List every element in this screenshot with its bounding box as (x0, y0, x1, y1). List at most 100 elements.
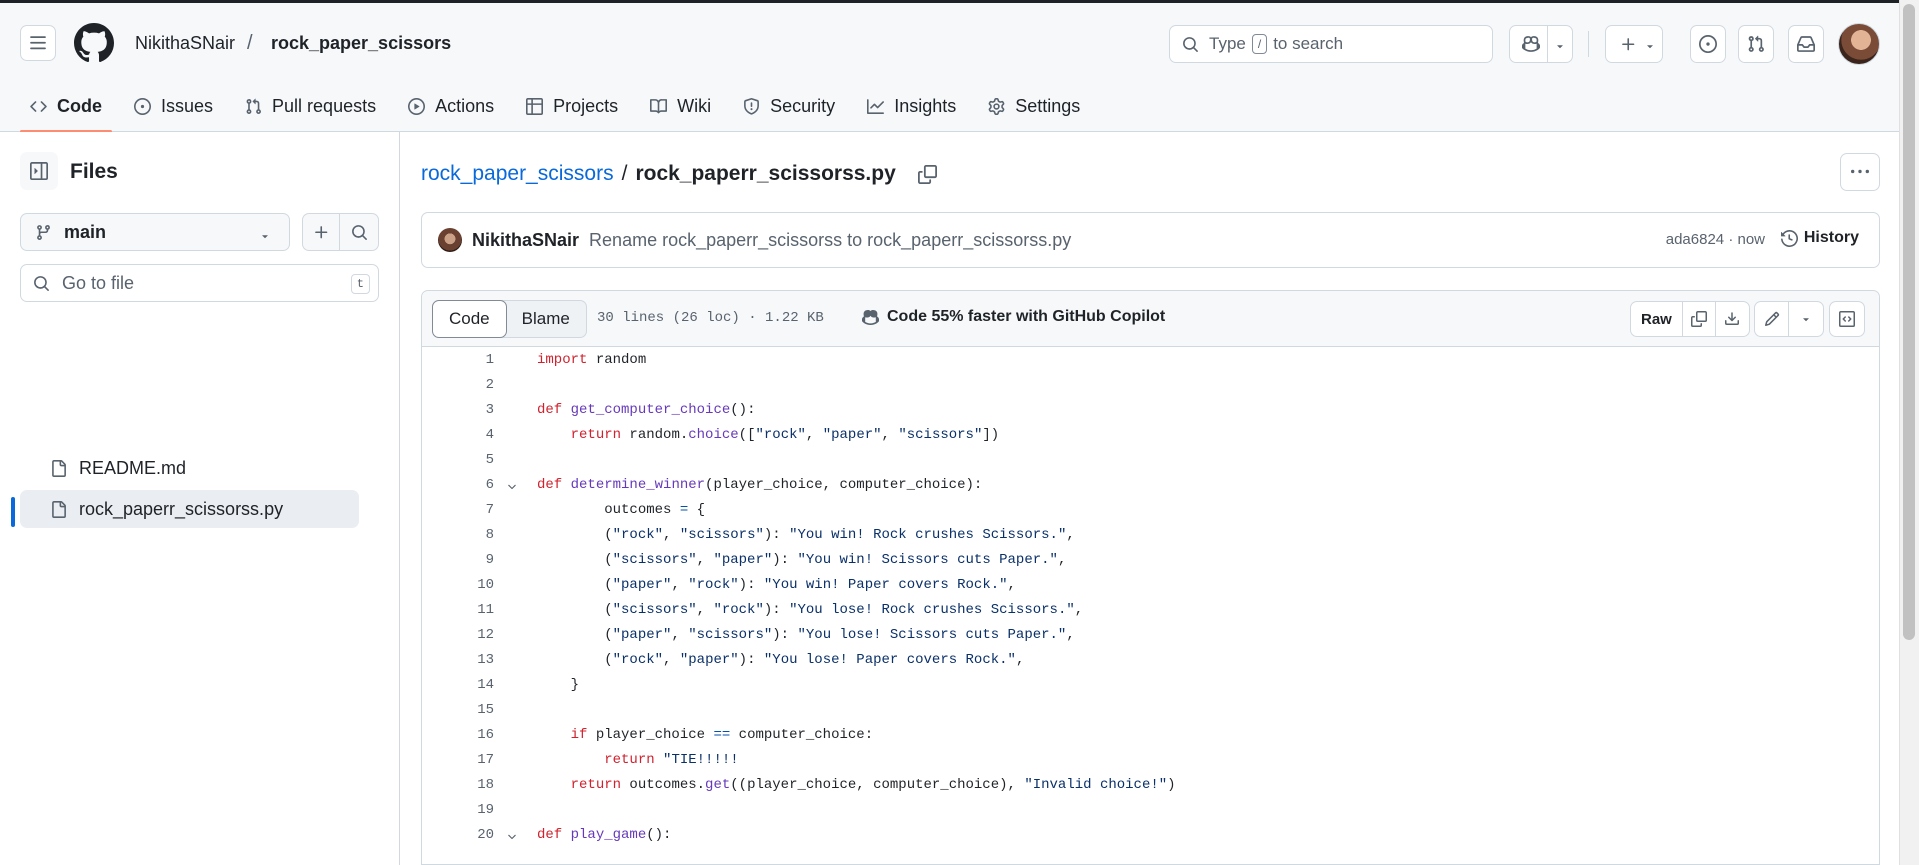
code-line: 15 (422, 698, 1879, 723)
download-icon (1725, 312, 1740, 325)
go-to-file-placeholder: Go to file (62, 272, 135, 293)
line-number[interactable]: 20 (422, 823, 494, 848)
line-number[interactable]: 6 (422, 473, 494, 498)
code-line: 10 ("paper", "rock"): "You win! Paper co… (422, 573, 1879, 598)
copilot-button[interactable] (1509, 25, 1573, 63)
your-issues-button[interactable] (1690, 25, 1726, 63)
copy-path-button[interactable] (917, 164, 937, 184)
history-button[interactable]: History (1780, 229, 1859, 247)
create-new-button[interactable] (1605, 25, 1663, 63)
sidebar-collapse-icon (30, 162, 48, 180)
tab-label: Issues (161, 95, 214, 116)
blame-view-button[interactable]: Blame (506, 301, 586, 337)
your-pull-requests-button[interactable] (1738, 25, 1774, 63)
header-divider (1588, 31, 1589, 57)
commit-message[interactable]: Rename rock_paperr_scissorss to rock_pap… (589, 230, 1071, 251)
page-scrollbar-thumb[interactable] (1903, 4, 1915, 640)
copy-raw-button[interactable] (1683, 302, 1716, 336)
collapse-sidebar-button[interactable] (20, 152, 58, 190)
more-options-button[interactable] (1840, 153, 1880, 191)
line-number[interactable]: 15 (422, 698, 494, 723)
commit-author-avatar[interactable] (438, 228, 462, 252)
breadcrumb-separator: / (621, 162, 628, 185)
user-avatar[interactable] (1838, 23, 1880, 65)
branch-selector[interactable]: main (20, 213, 290, 251)
code-line: 3 def get_computer_choice(): (422, 398, 1879, 423)
line-number[interactable]: 10 (422, 573, 494, 598)
app-header: NikithaSNair / rock_paper_scissors Type … (0, 0, 1899, 133)
commit-author[interactable]: NikithaSNair (472, 230, 579, 251)
github-logo-icon[interactable] (74, 23, 114, 63)
edit-actions-group (1754, 301, 1824, 337)
code-line: 19 (422, 798, 1879, 823)
branch-name: main (64, 221, 107, 242)
line-number[interactable]: 4 (422, 423, 494, 448)
go-to-file-input[interactable]: Go to file t (20, 264, 379, 302)
raw-button[interactable]: Raw (1631, 302, 1683, 336)
owner-link[interactable]: NikithaSNair (135, 33, 235, 54)
inbox-button[interactable] (1788, 25, 1824, 63)
line-number[interactable]: 16 (422, 723, 494, 748)
symbols-panel-button[interactable] (1829, 301, 1865, 337)
line-number[interactable]: 12 (422, 623, 494, 648)
code-line: 9 ("scissors", "paper"): "You win! Sciss… (422, 548, 1879, 573)
line-text: ("paper", "scissors"): "You lose! Scisso… (537, 627, 1075, 643)
shield-icon (744, 97, 760, 115)
tab-code[interactable]: Code (20, 87, 112, 133)
menu-button[interactable] (20, 25, 56, 61)
line-number[interactable]: 1 (422, 348, 494, 373)
code-line: 4 return random.choice(["rock", "paper",… (422, 423, 1879, 448)
tab-settings[interactable]: Settings (978, 87, 1090, 125)
add-file-button[interactable] (302, 213, 340, 251)
line-number[interactable]: 5 (422, 448, 494, 473)
tab-wiki[interactable]: Wiki (640, 87, 721, 125)
line-number[interactable]: 8 (422, 523, 494, 548)
tab-projects[interactable]: Projects (516, 87, 628, 125)
breadcrumb-file-name: rock_paperr_scissorss.py (635, 162, 896, 185)
tab-actions[interactable]: Actions (398, 87, 504, 125)
file-breadcrumb: rock_paper_scissors / rock_paperr_scisso… (421, 162, 937, 186)
search-icon (34, 275, 49, 291)
copilot-promo-label: Code 55% faster with GitHub Copilot (887, 308, 1166, 325)
line-number[interactable]: 9 (422, 548, 494, 573)
search-icon (351, 224, 367, 240)
chevron-down-icon (1647, 45, 1653, 49)
tree-item-readme[interactable]: README.md (20, 449, 359, 487)
search-input[interactable]: Type / to search (1169, 25, 1493, 63)
chevron-down-icon (1803, 318, 1809, 322)
line-number[interactable]: 13 (422, 648, 494, 673)
fold-chevron-icon[interactable] (506, 481, 518, 493)
tab-issues[interactable]: Issues (124, 87, 223, 125)
line-number[interactable]: 2 (422, 373, 494, 398)
line-number[interactable]: 14 (422, 673, 494, 698)
search-files-button[interactable] (339, 213, 379, 251)
breadcrumb-repo-link[interactable]: rock_paper_scissors (421, 162, 614, 186)
fold-chevron-icon[interactable] (506, 831, 518, 843)
download-raw-button[interactable] (1716, 302, 1749, 336)
copilot-promo-link[interactable]: Code 55% faster with GitHub Copilot (862, 308, 1165, 326)
line-number[interactable]: 11 (422, 598, 494, 623)
tab-pull-requests[interactable]: Pull requests (235, 87, 386, 125)
tab-insights[interactable]: Insights (857, 87, 966, 125)
edit-options-dropdown[interactable] (1789, 302, 1823, 336)
line-number[interactable]: 3 (422, 398, 494, 423)
edit-file-button[interactable] (1755, 302, 1789, 336)
commit-sha-time[interactable]: ada6824 · now (1666, 231, 1765, 248)
search-shortcut-key: / (1251, 34, 1268, 54)
line-number[interactable]: 17 (422, 748, 494, 773)
pencil-icon (1764, 311, 1779, 327)
table-icon (526, 97, 544, 115)
repo-link[interactable]: rock_paper_scissors (271, 33, 451, 54)
tree-item-python-file[interactable]: rock_paperr_scissorss.py (20, 490, 359, 528)
tab-security[interactable]: Security (733, 87, 845, 125)
line-number[interactable]: 7 (422, 498, 494, 523)
line-text: def play_game(): (537, 827, 672, 843)
code-view-button[interactable]: Code (432, 300, 507, 338)
chevron-down-icon (1557, 45, 1563, 49)
copilot-icon (862, 309, 879, 325)
line-number[interactable]: 19 (422, 798, 494, 823)
line-text: outcomes = { (537, 502, 706, 518)
line-number[interactable]: 18 (422, 773, 494, 798)
breadcrumb-separator: / (247, 32, 253, 54)
code-content[interactable]: 1 import random 2 3 def get_computer_choice(… (422, 348, 1879, 848)
